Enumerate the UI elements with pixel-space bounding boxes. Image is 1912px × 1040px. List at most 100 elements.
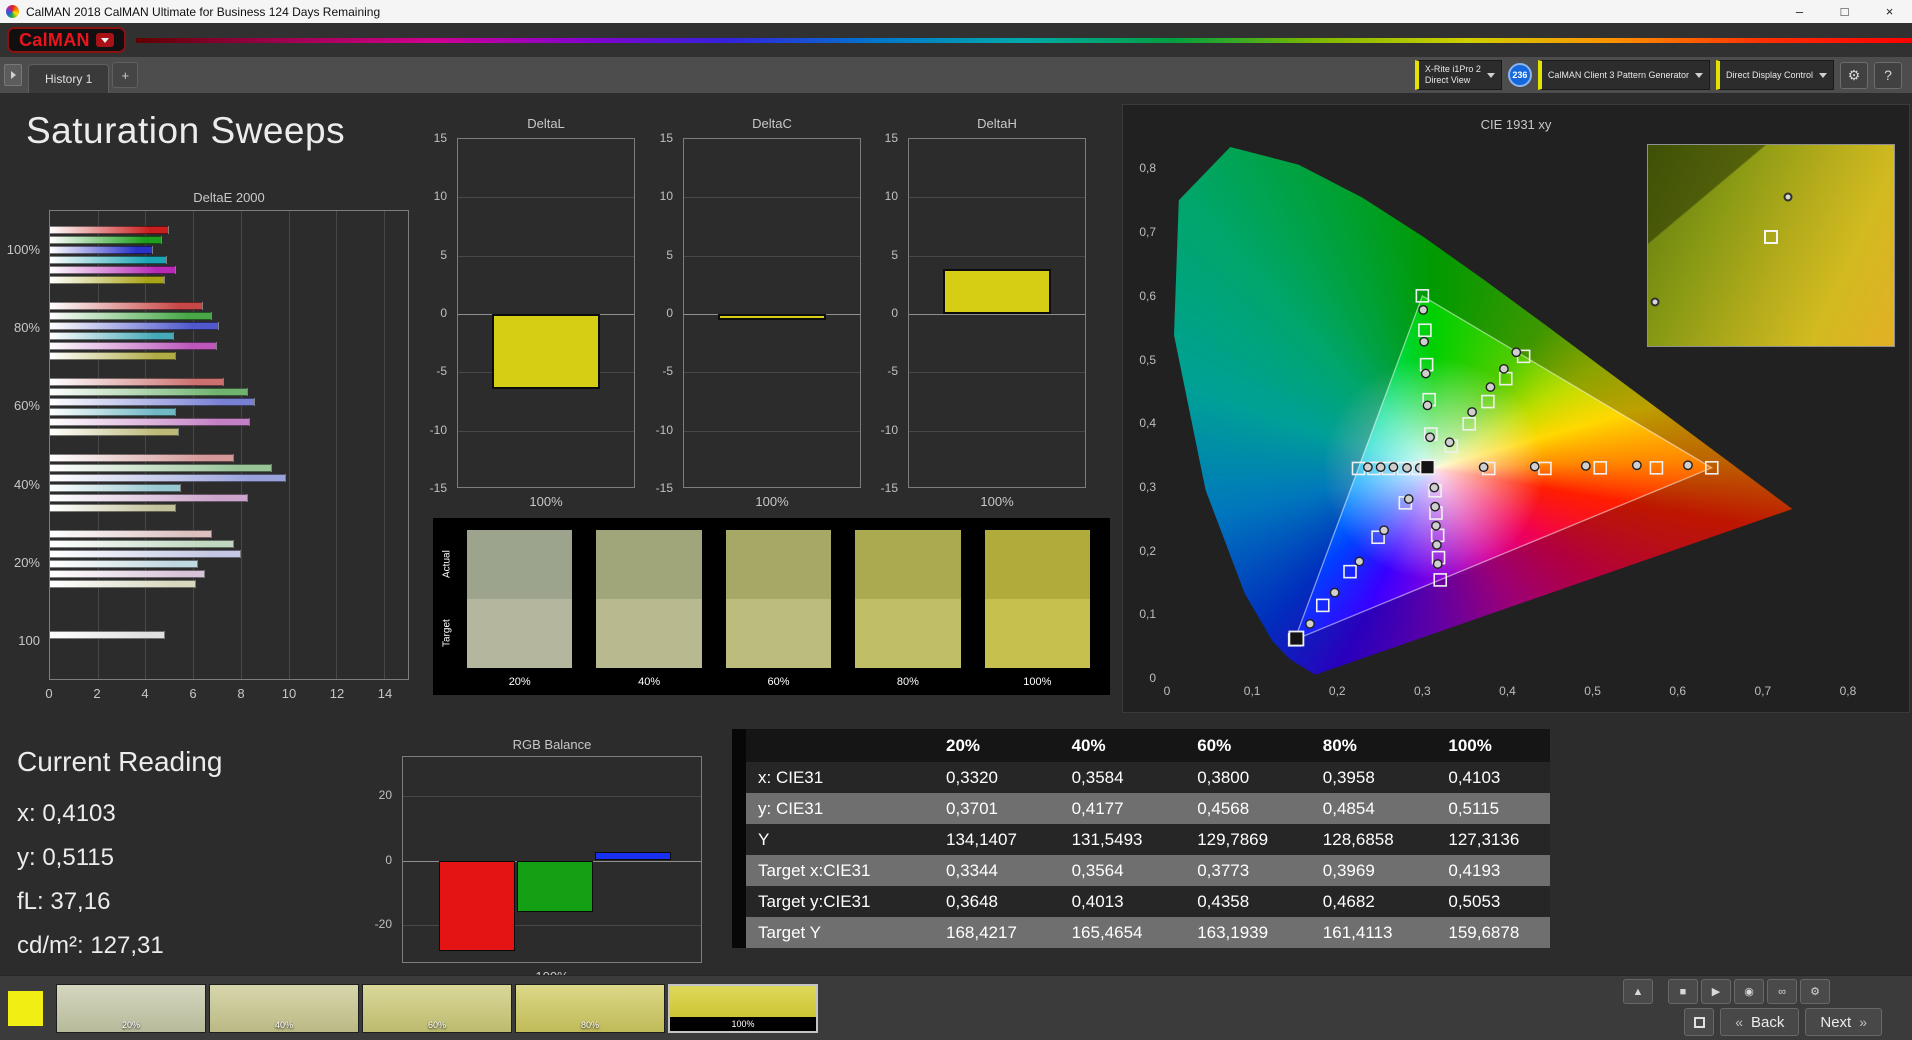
tab-history-1[interactable]: History 1 <box>28 64 110 93</box>
cie-chart-panel: CIE 1931 xy 0 0,1 0,2 0,3 0,4 0,5 0,6 0,7 0,8 00… <box>1122 104 1910 713</box>
y-tick-label: -10 <box>880 422 898 437</box>
pattern-swatch-60%[interactable]: 60% <box>362 984 512 1033</box>
current-reading-title: Current Reading <box>17 746 223 777</box>
table-row: x: CIE31 0,3320 0,3584 0,3800 0,3958 0,4103 <box>732 762 1550 793</box>
next-button[interactable]: Next » <box>1805 1008 1882 1036</box>
chevron-down-icon <box>1486 72 1495 78</box>
measured-marker <box>1305 618 1315 629</box>
y-tick-label: 0,7 <box>1139 225 1156 240</box>
compare-column: 20% <box>467 530 573 695</box>
row-label: Target Y <box>758 923 822 942</box>
table-cell: 0,4013 <box>1071 892 1124 911</box>
row-label: Target x:CIE31 <box>758 861 871 880</box>
table-cell: 127,3136 <box>1448 830 1520 849</box>
back-button[interactable]: « Back <box>1720 1008 1800 1036</box>
table-cell: 0,3958 <box>1322 768 1375 787</box>
table-row: y: CIE31 0,3701 0,4177 0,4568 0,4854 0,5115 <box>732 793 1550 824</box>
y-tick-label: 15 <box>659 131 673 145</box>
back-label: Back <box>1751 1013 1785 1031</box>
close-button[interactable]: × <box>1867 0 1912 23</box>
current-target-marker <box>1288 630 1305 647</box>
gridline <box>909 372 1085 374</box>
y-tick-label: -15 <box>655 481 673 495</box>
display-control-selector[interactable]: Direct Display Control <box>1715 60 1834 90</box>
table-cell: 159,6878 <box>1448 923 1520 942</box>
inset-circle-marker <box>1650 297 1660 307</box>
eject-button[interactable]: ▲ <box>1623 979 1653 1004</box>
chevron-down-icon <box>1694 72 1703 78</box>
settings-button[interactable]: ⚙ <box>1840 61 1868 89</box>
pattern-swatch-label: 40% <box>274 1020 293 1030</box>
meter-selector[interactable]: X-Rite i1Pro 2 Direct View <box>1414 60 1502 90</box>
title-bar: CalMAN 2018 CalMAN Ultimate for Business… <box>0 0 1912 23</box>
table-strip <box>732 793 746 824</box>
table-row: Target y:CIE31 0,3648 0,4013 0,4358 0,4682 0,… <box>732 886 1550 917</box>
minimize-button[interactable]: – <box>1777 0 1822 23</box>
gridline <box>684 372 860 374</box>
measured-marker <box>1429 482 1440 493</box>
add-tab-button[interactable]: + <box>112 62 139 88</box>
pattern-swatch-20%[interactable]: 20% <box>56 984 206 1033</box>
measured-marker <box>1478 462 1489 473</box>
pattern-generator-selector[interactable]: CalMAN Client 3 Pattern Generator <box>1537 60 1710 90</box>
bar <box>50 454 234 462</box>
gridline <box>909 314 1085 315</box>
chart-title: DeltaH <box>977 116 1017 131</box>
meter-line1: X-Rite i1Pro 2 <box>1424 63 1481 74</box>
navigation-row: « Back Next » <box>1684 1008 1882 1036</box>
table-cell: 0,4193 <box>1448 861 1501 880</box>
x-tick-label: 12 <box>329 686 345 701</box>
logo-menu-button[interactable] <box>95 33 114 47</box>
gridline <box>684 255 860 257</box>
y-axis-labels: 15 10 5 0 -5 -10 -15 <box>639 131 679 495</box>
compare-label: 60% <box>767 675 790 688</box>
bar <box>50 312 213 320</box>
measured-marker <box>1419 336 1429 347</box>
bar-group <box>50 597 408 673</box>
compare-column: 100% <box>984 530 1091 695</box>
measured-marker <box>1354 556 1365 567</box>
measured-marker <box>1362 462 1373 473</box>
x-tick-label: 0,2 <box>1328 684 1346 698</box>
bar-group <box>50 521 408 597</box>
column-header: 40% <box>1071 736 1106 755</box>
x-axis-label: 100% <box>980 494 1014 509</box>
x-tick-label: 0,5 <box>1584 684 1601 698</box>
bottom-bar: 20% 40% 60% 80% 100% ▲ ■ ▶ ◉ ∞ ⚙ « Back Next » <box>0 975 1912 1040</box>
y-tick-label: 100 <box>18 633 40 649</box>
rgb-balance-chart: RGB Balance 200-20 100% <box>362 737 742 984</box>
table-cell: 128,6858 <box>1322 830 1394 849</box>
stop-button[interactable]: ■ <box>1668 979 1698 1004</box>
y-tick-label: 15 <box>884 131 898 145</box>
target-marker <box>1649 461 1664 475</box>
measured-marker <box>1403 494 1414 504</box>
bar <box>50 580 196 588</box>
y-tick-label: 40% <box>13 476 40 492</box>
y-tick-label: 0,1 <box>1139 607 1156 622</box>
y-tick-label: -5 <box>662 364 673 379</box>
pattern-swatch-80%[interactable]: 80% <box>515 984 665 1033</box>
bar <box>50 560 198 568</box>
calman-logo[interactable]: CalMAN <box>7 27 126 53</box>
table-strip <box>732 762 746 793</box>
help-button[interactable]: ? <box>1874 61 1902 89</box>
reading-line: fL: 37,16 <box>17 888 111 915</box>
gridline <box>684 197 860 199</box>
loop-button[interactable]: ∞ <box>1767 979 1797 1004</box>
table-cell: 0,3564 <box>1071 861 1124 880</box>
table-cell: 163,1939 <box>1197 923 1269 942</box>
table-cell: 129,7869 <box>1197 830 1269 849</box>
y-tick-label: 5 <box>891 247 898 262</box>
pattern-swatch-40%[interactable]: 40% <box>209 984 359 1033</box>
pattern-window-button[interactable] <box>1684 1008 1715 1036</box>
play-button[interactable]: ▶ <box>1701 979 1731 1004</box>
table-strip <box>732 886 746 917</box>
pattern-swatch-100%[interactable]: 100% <box>668 984 818 1033</box>
deltae-y-axis-labels: 100% 80% 60% 40% 20% 100 <box>0 210 46 680</box>
measured-marker <box>1375 462 1386 473</box>
sidebar-collapse-button[interactable] <box>4 64 22 86</box>
record-button[interactable]: ◉ <box>1734 979 1764 1004</box>
maximize-button[interactable]: □ <box>1822 0 1867 23</box>
plot-area <box>402 756 702 963</box>
settings-button[interactable]: ⚙ <box>1800 979 1830 1004</box>
